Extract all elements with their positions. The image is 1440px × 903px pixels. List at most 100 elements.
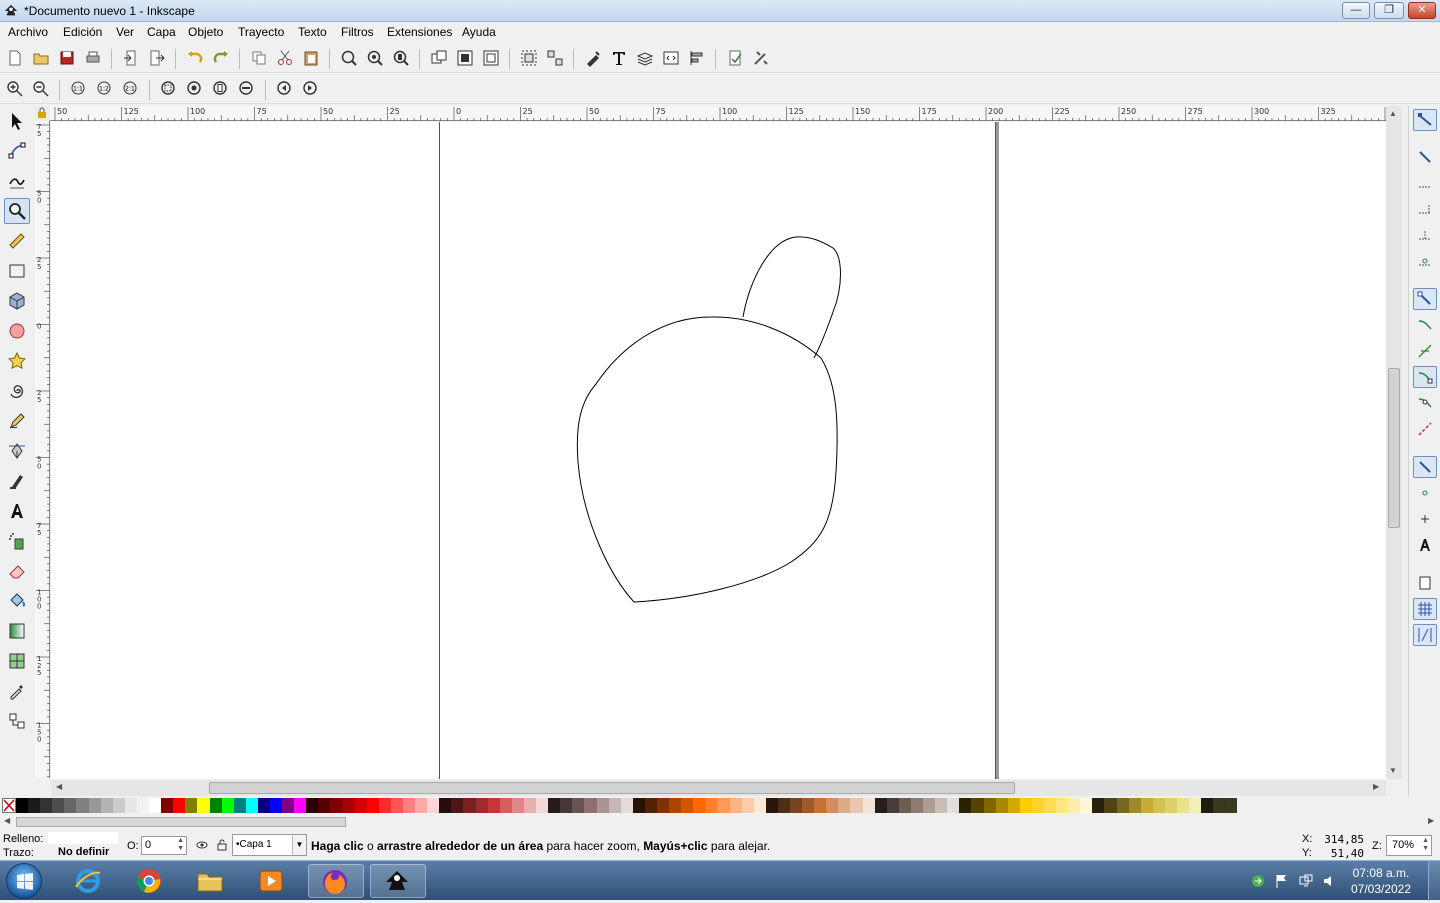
palette-swatch[interactable] — [644, 798, 657, 813]
palette-swatch[interactable] — [1201, 798, 1214, 813]
spin-arrows-icon[interactable]: ▲ ▼ — [177, 837, 184, 853]
palette-swatch[interactable] — [620, 798, 633, 813]
palette-swatch[interactable] — [729, 798, 742, 813]
duplicate-icon[interactable] — [429, 48, 449, 68]
fill-stroke-icon[interactable] — [583, 48, 603, 68]
snap-bbox-edge-icon[interactable] — [1413, 172, 1437, 194]
ungroup-icon[interactable] — [545, 48, 565, 68]
tray-sync-icon[interactable] — [1250, 873, 1266, 889]
copy-icon[interactable] — [249, 48, 269, 68]
dropper-tool[interactable] — [4, 678, 30, 704]
import-icon[interactable] — [121, 48, 141, 68]
scroll-down-icon[interactable]: ▼ — [1389, 766, 1397, 775]
palette-swatch[interactable] — [269, 798, 283, 813]
palette-swatch[interactable] — [886, 798, 899, 813]
spiral-tool[interactable] — [4, 378, 30, 404]
palette-swatch[interactable] — [475, 798, 488, 813]
palette-swatch[interactable] — [693, 798, 706, 813]
palette-swatch[interactable] — [100, 798, 113, 813]
menu-objeto[interactable]: Objeto — [188, 25, 223, 39]
horizontal-ruler[interactable]: 50 125 100 75 50 25 0 25 50 75 100 125 150 175 200 225 2… — [1, 106, 1390, 121]
palette-swatch[interactable] — [330, 798, 343, 813]
palette-swatch[interactable] — [681, 798, 694, 813]
palette-swatch[interactable] — [112, 798, 125, 813]
palette-swatch[interactable] — [632, 798, 645, 813]
palette-swatch[interactable] — [451, 798, 464, 813]
scroll-right-icon[interactable]: ▶ — [1373, 782, 1379, 791]
palette-swatch[interactable] — [850, 798, 863, 813]
palette-swatch[interactable] — [560, 798, 573, 813]
snap-object-center-icon[interactable] — [1413, 482, 1437, 504]
palette-swatch[interactable] — [1164, 798, 1177, 813]
palette-swatch[interactable] — [1116, 798, 1129, 813]
clock-time[interactable]: 07:08 a.m. — [1348, 866, 1414, 880]
zoom-1-2-icon[interactable]: 1:2 — [95, 79, 115, 99]
start-button[interactable] — [6, 863, 42, 899]
snap-guides-icon[interactable] — [1413, 624, 1437, 646]
palette-swatch[interactable] — [1177, 798, 1190, 813]
save-icon[interactable] — [57, 48, 77, 68]
vertical-ruler[interactable]: 7550250255075100125150 — [35, 58, 50, 778]
palette-scrollbar[interactable]: ◀ ▶ — [0, 815, 1440, 829]
snap-smooth-nodes-icon[interactable] — [1413, 392, 1437, 414]
palette-scroll-left-icon[interactable]: ◀ — [4, 816, 10, 825]
snap-toggle-icon[interactable] — [1413, 109, 1437, 131]
palette-swatch[interactable] — [669, 798, 682, 813]
palette-swatch[interactable] — [88, 798, 101, 813]
menu-extensiones[interactable]: Extensiones — [387, 25, 452, 39]
zoom-fit-page-icon[interactable] — [211, 79, 231, 99]
chevron-down-icon[interactable]: ▼ — [292, 835, 306, 855]
drawn-handle-path[interactable] — [742, 236, 841, 359]
palette-swatch[interactable] — [1031, 798, 1044, 813]
palette-swatch[interactable] — [705, 798, 718, 813]
menu-trayecto[interactable]: Trayecto — [238, 25, 284, 39]
palette-swatch[interactable] — [777, 798, 790, 813]
new-document-icon[interactable] — [5, 48, 25, 68]
clock-date[interactable]: 07/03/2022 — [1348, 882, 1414, 896]
palette-swatch[interactable] — [1104, 798, 1117, 813]
palette-swatch[interactable] — [40, 798, 53, 813]
redo-icon[interactable] — [211, 48, 231, 68]
node-tool[interactable] — [4, 138, 30, 164]
palette-swatch[interactable] — [76, 798, 89, 813]
palette-swatch[interactable] — [995, 798, 1008, 813]
menu-texto[interactable]: Texto — [298, 25, 327, 39]
palette-swatch[interactable] — [342, 798, 355, 813]
tray-volume-icon[interactable] — [1322, 873, 1338, 889]
palette-swatch[interactable] — [1225, 798, 1238, 813]
palette-swatch[interactable] — [1092, 798, 1105, 813]
palette-swatch[interactable] — [306, 798, 319, 813]
snap-bbox-center-icon[interactable] — [1413, 250, 1437, 272]
snap-grids-icon[interactable] — [1413, 598, 1437, 620]
palette-scroll-thumb[interactable] — [16, 817, 346, 827]
palette-swatch[interactable] — [790, 798, 803, 813]
palette-swatch[interactable] — [439, 798, 452, 813]
taskbar-firefox[interactable] — [308, 864, 364, 898]
taskbar-media-player[interactable] — [245, 864, 301, 898]
menu-archivo[interactable]: Archivo — [8, 25, 48, 39]
paste-icon[interactable] — [301, 48, 321, 68]
zoom-drawing-icon[interactable] — [365, 48, 385, 68]
palette-swatch[interactable] — [838, 798, 851, 813]
pencil-tool[interactable] — [4, 408, 30, 434]
palette-swatch[interactable] — [149, 798, 162, 813]
text-tool[interactable] — [4, 498, 30, 524]
snap-text-baseline-icon[interactable] — [1413, 534, 1437, 556]
align-distribute-icon[interactable] — [687, 48, 707, 68]
menu-ver[interactable]: Ver — [116, 25, 134, 39]
palette-swatch[interactable] — [221, 798, 234, 813]
palette-swatch[interactable] — [802, 798, 815, 813]
palette-swatch[interactable] — [1007, 798, 1020, 813]
drawing-canvas[interactable] — [51, 122, 1386, 779]
snap-bbox-midpoint-icon[interactable] — [1413, 224, 1437, 246]
palette-swatch[interactable] — [862, 798, 875, 813]
palette-swatch[interactable] — [1189, 798, 1202, 813]
palette-swatch[interactable] — [814, 798, 827, 813]
palette-swatch[interactable] — [64, 798, 77, 813]
zoom-spinbox[interactable]: 70% ▲ ▼ — [1386, 835, 1432, 856]
palette-swatch[interactable] — [487, 798, 500, 813]
zoom-spin-arrows-icon[interactable]: ▲ ▼ — [1422, 837, 1429, 853]
scroll-left-icon[interactable]: ◀ — [56, 782, 62, 791]
palette-swatch[interactable] — [596, 798, 609, 813]
selector-tool[interactable] — [4, 108, 30, 134]
